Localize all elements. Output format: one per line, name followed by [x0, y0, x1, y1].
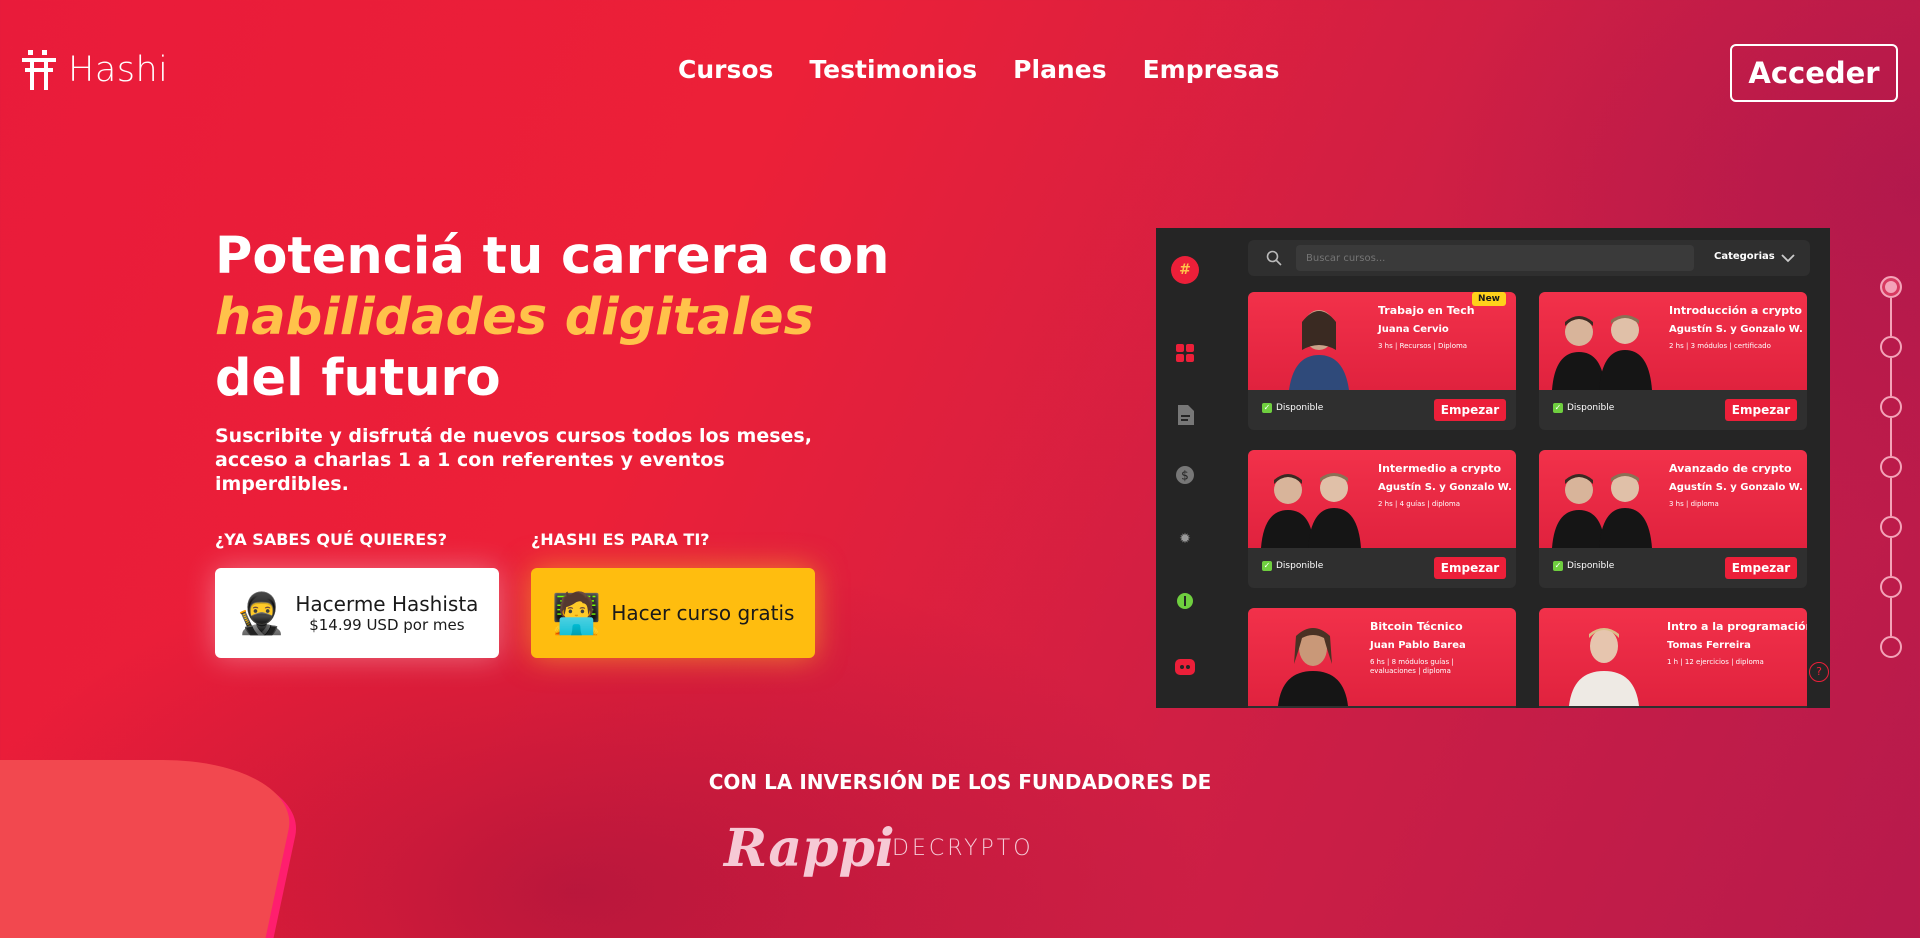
section-dot[interactable] [1880, 636, 1902, 658]
instructor-photo [1552, 473, 1652, 548]
nav-planes[interactable]: Planes [1013, 55, 1106, 84]
course-meta: 2 hs | 3 módulos | certificado [1669, 342, 1771, 350]
check-icon: ✓ [1553, 561, 1563, 571]
start-course-button[interactable]: Empezar [1434, 399, 1506, 421]
course-card[interactable]: Intro a la programación Tomas Ferreira 1… [1539, 608, 1807, 708]
availability: ✓ Disponible [1262, 403, 1323, 413]
instructor-photo [1261, 473, 1361, 548]
grid-icon [1174, 342, 1196, 364]
preview-sidebar: # $ ✹ [1156, 228, 1216, 708]
course-title: Trabajo en Tech [1378, 304, 1475, 317]
subscribe-label: Hacerme Hashista [295, 592, 479, 616]
hero-headline: Potenciá tu carrera con habilidades digi… [215, 226, 915, 409]
course-meta: 6 hs | 8 módulos guías | evaluaciones | … [1370, 658, 1454, 675]
section-dot[interactable] [1880, 276, 1902, 298]
check-icon: ✓ [1262, 561, 1272, 571]
categories-label: Categorias [1714, 251, 1775, 262]
check-icon: ✓ [1262, 403, 1272, 413]
preview-logo-icon: # [1171, 256, 1199, 284]
course-card[interactable]: Introducción a crypto Agustín S. y Gonza… [1539, 292, 1807, 430]
sun-icon: ✹ [1179, 531, 1191, 547]
course-card[interactable]: Avanzado de crypto Agustín S. y Gonzalo … [1539, 450, 1807, 588]
course-author: Tomas Ferreira [1667, 640, 1751, 651]
start-course-button[interactable]: Empezar [1725, 399, 1797, 421]
check-icon: ✓ [1553, 403, 1563, 413]
subscribe-button[interactable]: 🥷 Hacerme Hashista $14.99 USD por mes [215, 568, 499, 658]
question-left: ¿YA SABES QUÉ QUIERES? [215, 530, 448, 549]
hero-subtitle: Suscribite y disfrutá de nuevos cursos t… [215, 425, 812, 495]
course-title: Intro a la programación [1667, 620, 1807, 633]
rappi-logo: Rappi [724, 818, 895, 879]
preview-search-bar: Categorias [1248, 240, 1810, 276]
preview-search-input[interactable] [1296, 245, 1694, 271]
headline-part1: Potenciá tu carrera con [215, 227, 890, 286]
availability-label: Disponible [1567, 403, 1615, 413]
availability: ✓ Disponible [1553, 561, 1614, 571]
availability-label: Disponible [1567, 561, 1615, 571]
hashi-logo-icon [22, 50, 56, 90]
brand-name: Hashi [68, 50, 169, 90]
availability: ✓ Disponible [1262, 561, 1323, 571]
nav-testimonios[interactable]: Testimonios [809, 55, 977, 84]
course-meta: 1 h | 12 ejercicios | diploma [1667, 658, 1764, 666]
course-author: Agustín S. y Gonzalo W. [1669, 324, 1803, 335]
help-icon[interactable]: ? [1809, 662, 1829, 682]
course-title: Intermedio a crypto [1378, 462, 1502, 475]
course-meta: 2 hs | 4 guías | diploma [1378, 500, 1460, 508]
availability-label: Disponible [1276, 403, 1324, 413]
instructor-photo [1289, 310, 1349, 390]
subscribe-price: $14.99 USD por mes [309, 616, 465, 634]
nav-cursos[interactable]: Cursos [678, 55, 773, 84]
section-dot[interactable] [1880, 576, 1902, 598]
section-dot[interactable] [1880, 456, 1902, 478]
free-course-button[interactable]: 🧑‍💻 Hacer curso gratis [531, 568, 815, 658]
instructor-photo [1278, 628, 1348, 706]
instructor-photo [1569, 628, 1639, 706]
course-author: Juan Pablo Barea [1370, 640, 1466, 651]
ninja-icon: 🥷 [235, 590, 286, 637]
app-preview: # $ ✹ Categorias New Trabajo en Tech Jua… [1156, 228, 1830, 708]
course-card[interactable]: New Trabajo en Tech Juana Cervio 3 hs | … [1248, 292, 1516, 430]
course-author: Agustín S. y Gonzalo W. [1669, 482, 1803, 493]
availability-label: Disponible [1276, 561, 1324, 571]
course-meta: 3 hs | diploma [1669, 500, 1719, 508]
course-title: Bitcoin Técnico [1370, 620, 1463, 633]
main-nav: Cursos Testimonios Planes Empresas [678, 55, 1280, 84]
nav-empresas[interactable]: Empresas [1143, 55, 1280, 84]
course-author: Juana Cervio [1378, 324, 1449, 335]
discord-icon [1174, 656, 1196, 678]
free-course-label: Hacer curso gratis [611, 601, 795, 625]
section-dot[interactable] [1880, 396, 1902, 418]
dollar-icon: $ [1174, 464, 1196, 486]
technologist-icon: 🧑‍💻 [551, 590, 602, 637]
investors-title: CON LA INVERSIÓN DE LOS FUNDADORES DE [708, 770, 1212, 794]
decrypto-logo: DECRYPTO [892, 836, 1034, 861]
login-button[interactable]: Acceder [1730, 44, 1898, 102]
section-dot[interactable] [1880, 516, 1902, 538]
svg-text:$: $ [1181, 469, 1189, 483]
chevron-down-icon [1781, 254, 1795, 263]
start-course-button[interactable]: Empezar [1725, 557, 1797, 579]
search-icon [1266, 250, 1282, 266]
course-card[interactable]: Bitcoin Técnico Juan Pablo Barea 6 hs | … [1248, 608, 1516, 708]
section-dot[interactable] [1880, 336, 1902, 358]
instructor-photo [1552, 315, 1652, 390]
course-title: Introducción a crypto [1669, 304, 1802, 317]
start-course-button[interactable]: Empezar [1434, 557, 1506, 579]
new-badge: New [1472, 292, 1506, 306]
course-meta: 3 hs | Recursos | Diploma [1378, 342, 1468, 350]
notification-icon [1174, 590, 1196, 612]
availability: ✓ Disponible [1553, 403, 1614, 413]
logo-link[interactable]: Hashi [22, 50, 168, 90]
course-author: Agustín S. y Gonzalo W. [1378, 482, 1512, 493]
course-title: Avanzado de crypto [1669, 462, 1792, 475]
document-icon [1174, 404, 1196, 426]
course-card[interactable]: Intermedio a crypto Agustín S. y Gonzalo… [1248, 450, 1516, 588]
question-right: ¿HASHI ES PARA TI? [531, 530, 710, 549]
headline-part2: del futuro [215, 349, 501, 408]
headline-highlight: habilidades digitales [215, 288, 815, 347]
